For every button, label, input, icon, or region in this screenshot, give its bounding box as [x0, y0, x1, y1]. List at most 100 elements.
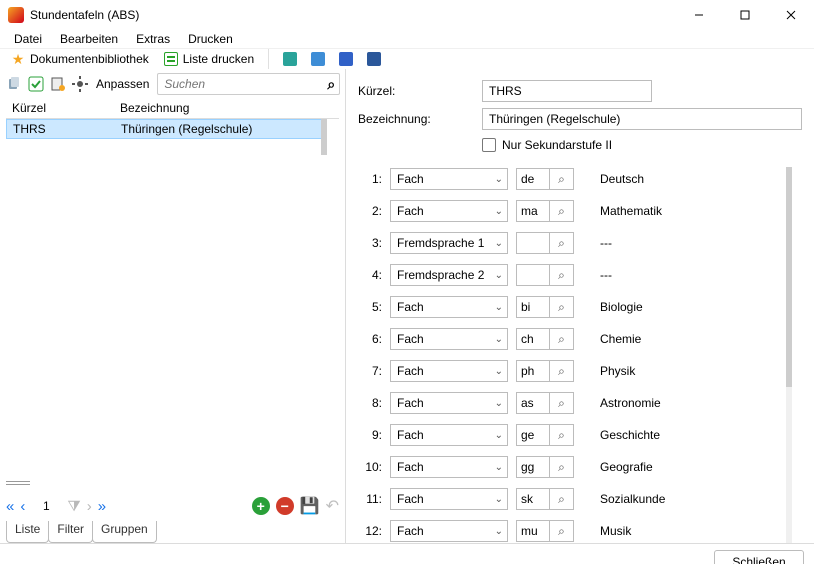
input-kuerzel[interactable]: THRS [482, 80, 652, 102]
scrollbar-thumb[interactable] [786, 167, 794, 387]
row-number: 3: [358, 236, 382, 250]
type-select[interactable]: Fach⌄ [390, 296, 508, 318]
btn-tool-1[interactable] [279, 50, 301, 68]
tab-filter[interactable]: Filter [48, 521, 93, 543]
remove-button[interactable]: − [276, 497, 294, 515]
page-prev-icon[interactable]: ‹ [20, 498, 25, 515]
tab-gruppen[interactable]: Gruppen [92, 521, 157, 543]
code-input[interactable]: de [516, 168, 550, 190]
btn-tool-2[interactable] [307, 50, 329, 68]
search-icon: ⌕ [558, 364, 565, 379]
lookup-button[interactable]: ⌕ [550, 520, 574, 542]
type-select[interactable]: Fremdsprache 2⌄ [390, 264, 508, 286]
page-next-icon[interactable]: › [87, 498, 92, 515]
lookup-button[interactable]: ⌕ [550, 328, 574, 350]
list-body[interactable]: THRS Thüringen (Regelschule) [6, 119, 339, 479]
menu-drucken[interactable]: Drucken [180, 30, 241, 48]
col-header-bezeichnung[interactable]: Bezeichnung [114, 99, 339, 118]
lookup-button[interactable]: ⌕ [550, 296, 574, 318]
code-input[interactable]: gg [516, 456, 550, 478]
resize-handle[interactable] [6, 481, 339, 489]
search-icon: ⌕ [558, 460, 565, 475]
code-input[interactable]: ch [516, 328, 550, 350]
code-input[interactable]: as [516, 392, 550, 414]
save-icon[interactable]: 💾 [300, 496, 320, 516]
check-icon[interactable] [28, 75, 44, 93]
scrollbar-thumb[interactable] [321, 119, 329, 155]
page-number: 1 [31, 499, 61, 513]
type-select[interactable]: Fach⌄ [390, 424, 508, 446]
lookup-button[interactable]: ⌕ [550, 200, 574, 222]
undo-icon[interactable]: ↶ [326, 496, 339, 516]
type-select[interactable]: Fach⌄ [390, 392, 508, 414]
left-panel: Anpassen ⌕ Kürzel Bezeichnung THRS T [0, 69, 346, 543]
tab-liste[interactable]: Liste [6, 521, 49, 543]
type-select[interactable]: Fach⌄ [390, 520, 508, 542]
code-input[interactable]: sk [516, 488, 550, 510]
code-input[interactable] [516, 264, 550, 286]
chevron-down-icon: ⌄ [495, 270, 503, 281]
code-input[interactable]: bi [516, 296, 550, 318]
chevron-down-icon: ⌄ [495, 526, 503, 537]
search-input[interactable] [162, 76, 323, 92]
subject-row: 3:Fremdsprache 1⌄⌕--- [358, 231, 782, 255]
btn-tool-4[interactable] [363, 50, 385, 68]
vertical-scrollbar[interactable] [786, 167, 794, 543]
right-panel: Kürzel: THRS Bezeichnung: Thüringen (Reg… [346, 69, 814, 543]
lookup-button[interactable]: ⌕ [550, 264, 574, 286]
code-input[interactable] [516, 232, 550, 254]
maximize-button[interactable] [722, 0, 768, 30]
checkbox-sekundarstufe[interactable] [482, 138, 496, 152]
type-select[interactable]: Fach⌄ [390, 488, 508, 510]
new-icon[interactable] [50, 75, 66, 93]
code-input[interactable]: mu [516, 520, 550, 542]
code-input[interactable]: ph [516, 360, 550, 382]
type-select[interactable]: Fach⌄ [390, 200, 508, 222]
lookup-button[interactable]: ⌕ [550, 456, 574, 478]
lookup-button[interactable]: ⌕ [550, 232, 574, 254]
btn-tool-3[interactable] [335, 50, 357, 68]
search-icon[interactable]: ⌕ [327, 76, 335, 93]
search-box[interactable]: ⌕ [157, 73, 340, 95]
chevron-down-icon: ⌄ [495, 206, 503, 217]
btn-liste-drucken[interactable]: Liste drucken [159, 49, 258, 69]
table-row[interactable]: THRS Thüringen (Regelschule) [6, 119, 327, 139]
pager: « ‹ 1 ⧩ › » + − 💾 ↶ [0, 491, 345, 521]
lookup-button[interactable]: ⌕ [550, 424, 574, 446]
btn-dokumentenbibliothek[interactable]: ★ Dokumentenbibliothek [6, 49, 153, 69]
gear-icon[interactable] [72, 75, 88, 93]
toolbar-list: Anpassen ⌕ [0, 69, 345, 99]
copy-icon[interactable] [6, 75, 22, 93]
type-select[interactable]: Fach⌄ [390, 360, 508, 382]
chevron-down-icon: ⌄ [495, 238, 503, 249]
search-icon: ⌕ [558, 204, 565, 219]
search-icon: ⌕ [558, 172, 565, 187]
code-input[interactable]: ge [516, 424, 550, 446]
code-input[interactable]: ma [516, 200, 550, 222]
square-icon [311, 52, 325, 66]
close-window-button[interactable] [768, 0, 814, 30]
type-select[interactable]: Fach⌄ [390, 168, 508, 190]
lookup-button[interactable]: ⌕ [550, 360, 574, 382]
menu-bearbeiten[interactable]: Bearbeiten [52, 30, 126, 48]
add-button[interactable]: + [252, 497, 270, 515]
lookup-button[interactable]: ⌕ [550, 488, 574, 510]
page-last-icon[interactable]: » [98, 498, 106, 515]
menu-extras[interactable]: Extras [128, 30, 178, 48]
col-header-kuerzel[interactable]: Kürzel [6, 99, 114, 118]
bottom-tabs: Liste Filter Gruppen [0, 521, 345, 543]
input-bezeichnung[interactable]: Thüringen (Regelschule) [482, 108, 802, 130]
close-button[interactable]: Schließen [714, 550, 804, 564]
minimize-button[interactable] [676, 0, 722, 30]
filter-icon[interactable]: ⧩ [67, 498, 80, 515]
lookup-button[interactable]: ⌕ [550, 168, 574, 190]
menu-datei[interactable]: Datei [6, 30, 50, 48]
records-list: Kürzel Bezeichnung THRS Thüringen (Regel… [6, 99, 339, 479]
separator [268, 49, 269, 69]
type-select[interactable]: Fach⌄ [390, 456, 508, 478]
type-select[interactable]: Fach⌄ [390, 328, 508, 350]
type-select[interactable]: Fremdsprache 1⌄ [390, 232, 508, 254]
page-first-icon[interactable]: « [6, 498, 14, 515]
lookup-button[interactable]: ⌕ [550, 392, 574, 414]
anpassen-label[interactable]: Anpassen [94, 77, 151, 91]
